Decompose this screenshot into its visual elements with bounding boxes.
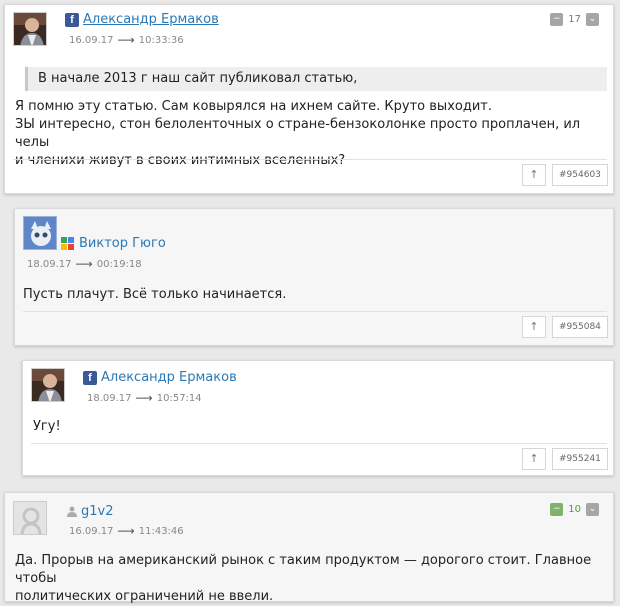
comment-line: Я помню эту статью. Сам ковырялся на ихн… (15, 99, 492, 114)
comment-time: 10:33:36 (138, 34, 184, 46)
avatar[interactable] (13, 501, 47, 535)
comment-date: 18.09.17 (87, 392, 132, 404)
comment-id-button[interactable]: #954603 (552, 164, 608, 186)
reply-parent-button[interactable]: ↑ (522, 448, 546, 470)
comment-date: 16.09.17 (69, 525, 114, 537)
author-row: f Александр Ермаков (83, 370, 237, 385)
rating-score: 10 (568, 504, 581, 515)
reply-parent-button[interactable]: ↑ (522, 164, 546, 186)
avatar[interactable] (31, 368, 65, 402)
google-plus-icon (61, 236, 75, 251)
comment-card: f Александр Ермаков 16.09.17 ⟶ 10:33:36 … (4, 4, 614, 194)
comment-line: Да. Прорыв на американский рынок с таким… (15, 553, 592, 586)
comment-id-button[interactable]: #955084 (552, 316, 608, 338)
comment-time: 11:43:46 (138, 525, 184, 537)
author-name[interactable]: Александр Ермаков (101, 370, 237, 385)
author-name[interactable]: Виктор Гюго (79, 236, 166, 251)
comment-card: Виктор Гюго 18.09.17 ⟶ 00:19:18 Пусть пл… (14, 208, 614, 346)
comment-text: Да. Прорыв на американский рынок с таким… (15, 552, 605, 606)
comment-line: и членихи живут в своих интимных вселенн… (15, 153, 346, 168)
comment-id-button[interactable]: #955241 (552, 448, 608, 470)
vote-minus-icon[interactable]: − (550, 13, 564, 26)
comment-card: f Александр Ермаков 18.09.17 ⟶ 10:57:14 … (22, 360, 614, 476)
comment-date: 16.09.17 (69, 34, 114, 46)
rating: − 10 ⌄ (550, 503, 599, 516)
quote-text: В начале 2013 г наш сайт публиковал стат… (38, 71, 358, 86)
rating-score: 17 (568, 14, 581, 25)
vote-minus-icon[interactable]: − (550, 503, 564, 516)
comment-time: 00:19:18 (96, 258, 142, 270)
arrow-right-icon: ⟶ (75, 257, 93, 271)
avatar[interactable] (13, 12, 47, 46)
comment-meta: 16.09.17 ⟶ 11:43:46 (69, 524, 184, 538)
comment-line: Пусть плачут. Всё только начинается. (23, 287, 287, 302)
reply-parent-button[interactable]: ↑ (522, 316, 546, 338)
author-row: f Александр Ермаков (65, 12, 219, 27)
comment-meta: 16.09.17 ⟶ 10:33:36 (69, 33, 184, 47)
quote-block: В начале 2013 г наш сайт публиковал стат… (25, 67, 607, 91)
arrow-right-icon: ⟶ (117, 524, 135, 538)
author-row: g1v2 (67, 504, 114, 519)
comment-line: Угу! (33, 419, 61, 434)
comment-date: 18.09.17 (27, 258, 72, 270)
divider (31, 443, 607, 444)
divider (13, 159, 607, 160)
comment-text: Пусть плачут. Всё только начинается. (23, 286, 603, 304)
arrow-right-icon: ⟶ (117, 33, 135, 47)
comment-line: ЗЫ интересно, стон белоленточных о стран… (15, 117, 581, 150)
avatar[interactable] (23, 216, 57, 250)
rating: − 17 ⌄ (550, 13, 599, 26)
arrow-right-icon: ⟶ (135, 391, 153, 405)
author-name[interactable]: g1v2 (81, 504, 114, 519)
facebook-icon: f (83, 370, 97, 385)
comment-text: Угу! (33, 418, 603, 436)
facebook-icon: f (65, 12, 79, 27)
user-icon (67, 506, 77, 517)
comment-time: 10:57:14 (156, 392, 202, 404)
divider (23, 311, 607, 312)
author-row: Виктор Гюго (61, 236, 166, 251)
comment-meta: 18.09.17 ⟶ 10:57:14 (87, 391, 202, 405)
vote-plus-icon[interactable]: ⌄ (586, 13, 599, 26)
comment-card: g1v2 16.09.17 ⟶ 11:43:46 − 10 ⌄ Да. Прор… (4, 492, 614, 604)
vote-plus-icon[interactable]: ⌄ (586, 503, 599, 516)
comment-meta: 18.09.17 ⟶ 00:19:18 (27, 257, 142, 271)
author-name[interactable]: Александр Ермаков (83, 12, 219, 27)
